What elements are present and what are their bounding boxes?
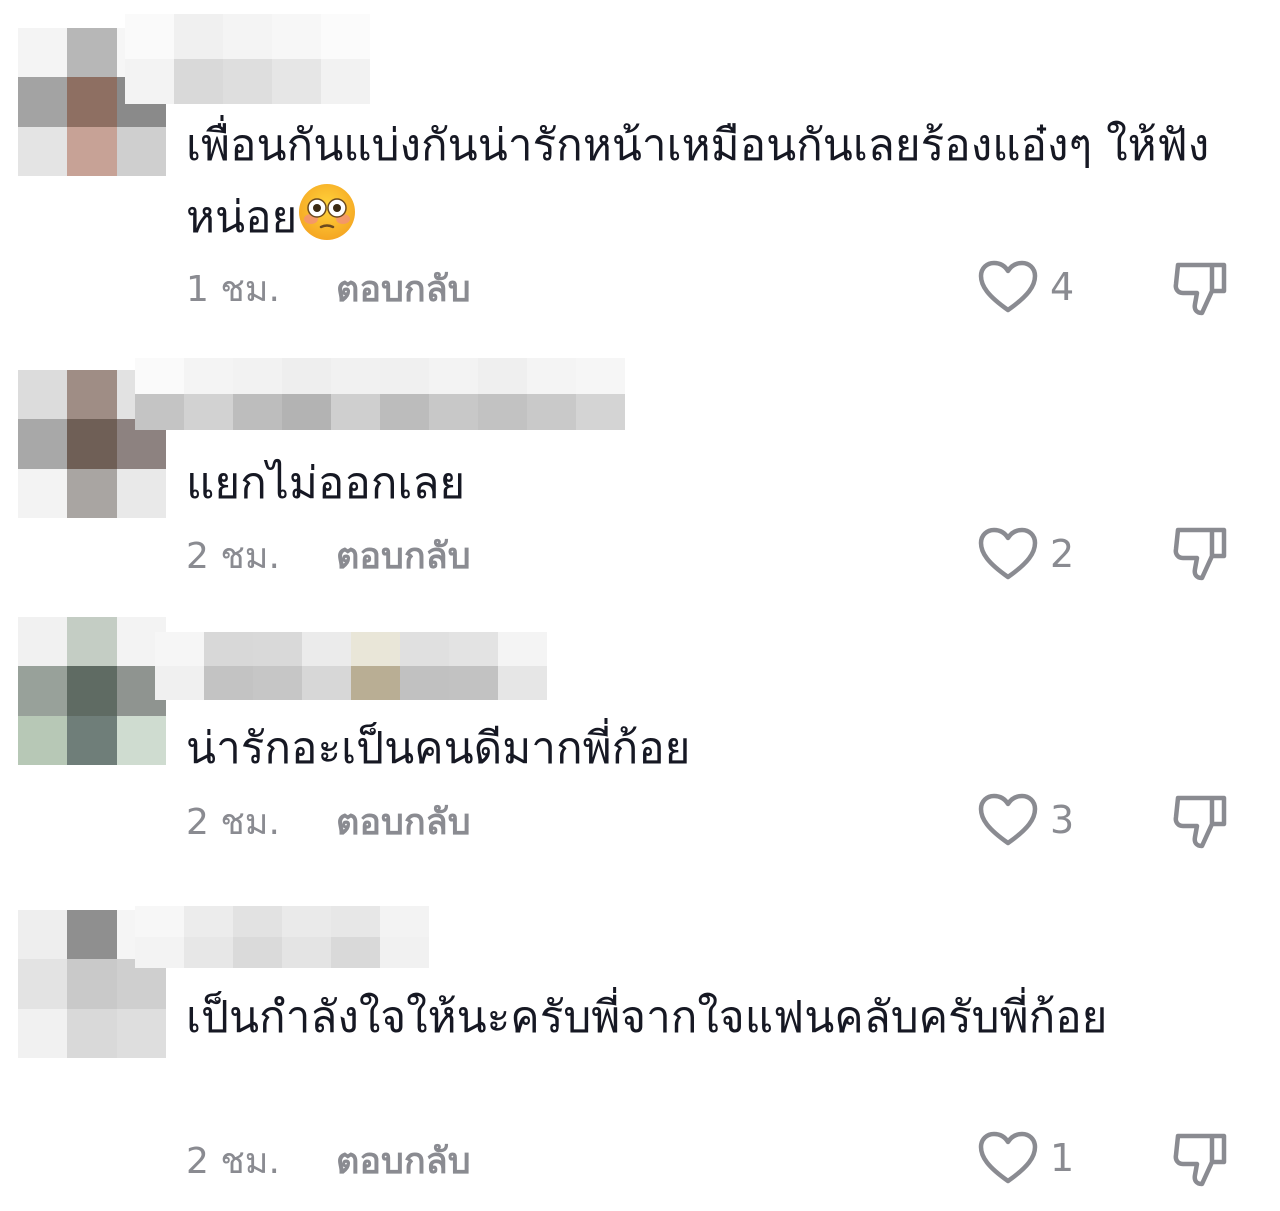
like-button[interactable]: 2 — [978, 524, 1074, 584]
comment-text: เป็นกำลังใจให้นะครับพี่จากใจแฟนคลับครับพ… — [186, 992, 1108, 1043]
heart-outline-icon — [978, 260, 1038, 313]
username-blurred[interactable] — [135, 358, 625, 430]
like-button[interactable]: 1 — [978, 1128, 1074, 1188]
like-count: 3 — [1050, 798, 1075, 842]
like-button[interactable]: 3 — [978, 790, 1074, 850]
avatar[interactable] — [18, 617, 166, 765]
dislike-button[interactable] — [1172, 257, 1230, 317]
comment-meta: 2 ชม. ตอบกลับ — [186, 530, 471, 580]
comment-meta: 2 ชม. ตอบกลับ — [186, 1135, 471, 1185]
thumbs-down-outline-icon — [1173, 1133, 1227, 1187]
like-button[interactable]: 4 — [978, 257, 1074, 317]
like-count: 2 — [1050, 532, 1075, 576]
username-blurred[interactable] — [135, 906, 429, 968]
comment-text: เพื่อนกันแบ่งกันน่ารักหน้าเหมือนกันเลยร้… — [186, 110, 1226, 254]
comment-meta: 1 ชม. ตอบกลับ — [186, 263, 471, 313]
dislike-button[interactable] — [1172, 1128, 1230, 1188]
reply-button[interactable]: ตอบกลับ — [336, 260, 471, 317]
dislike-button[interactable] — [1172, 790, 1230, 850]
reply-button[interactable]: ตอบกลับ — [336, 793, 471, 850]
comment-text: แยกไม่ออกเลย — [186, 458, 466, 509]
like-count: 1 — [1050, 1136, 1075, 1180]
like-count: 4 — [1050, 265, 1075, 309]
username-blurred[interactable] — [155, 632, 547, 700]
comment-time: 2 ชม. — [186, 535, 280, 577]
comment-time: 1 ชม. — [186, 268, 280, 310]
comment-meta: 2 ชม. ตอบกลับ — [186, 796, 471, 846]
flushed-face-icon — [297, 182, 357, 242]
comment-text: น่ารักอะเป็นคนดีมากพี่ก้อย — [186, 723, 691, 774]
comment-time: 2 ชม. — [186, 801, 280, 843]
dislike-button[interactable] — [1172, 522, 1230, 582]
reply-button[interactable]: ตอบกลับ — [336, 1132, 471, 1189]
heart-outline-icon — [978, 527, 1038, 580]
comment-time: 2 ชม. — [186, 1140, 280, 1182]
reply-button[interactable]: ตอบกลับ — [336, 527, 471, 584]
thumbs-down-outline-icon — [1173, 795, 1227, 849]
heart-outline-icon — [978, 793, 1038, 846]
heart-outline-icon — [978, 1131, 1038, 1184]
thumbs-down-outline-icon — [1173, 527, 1227, 581]
username-blurred[interactable] — [125, 14, 370, 104]
thumbs-down-outline-icon — [1173, 262, 1227, 316]
